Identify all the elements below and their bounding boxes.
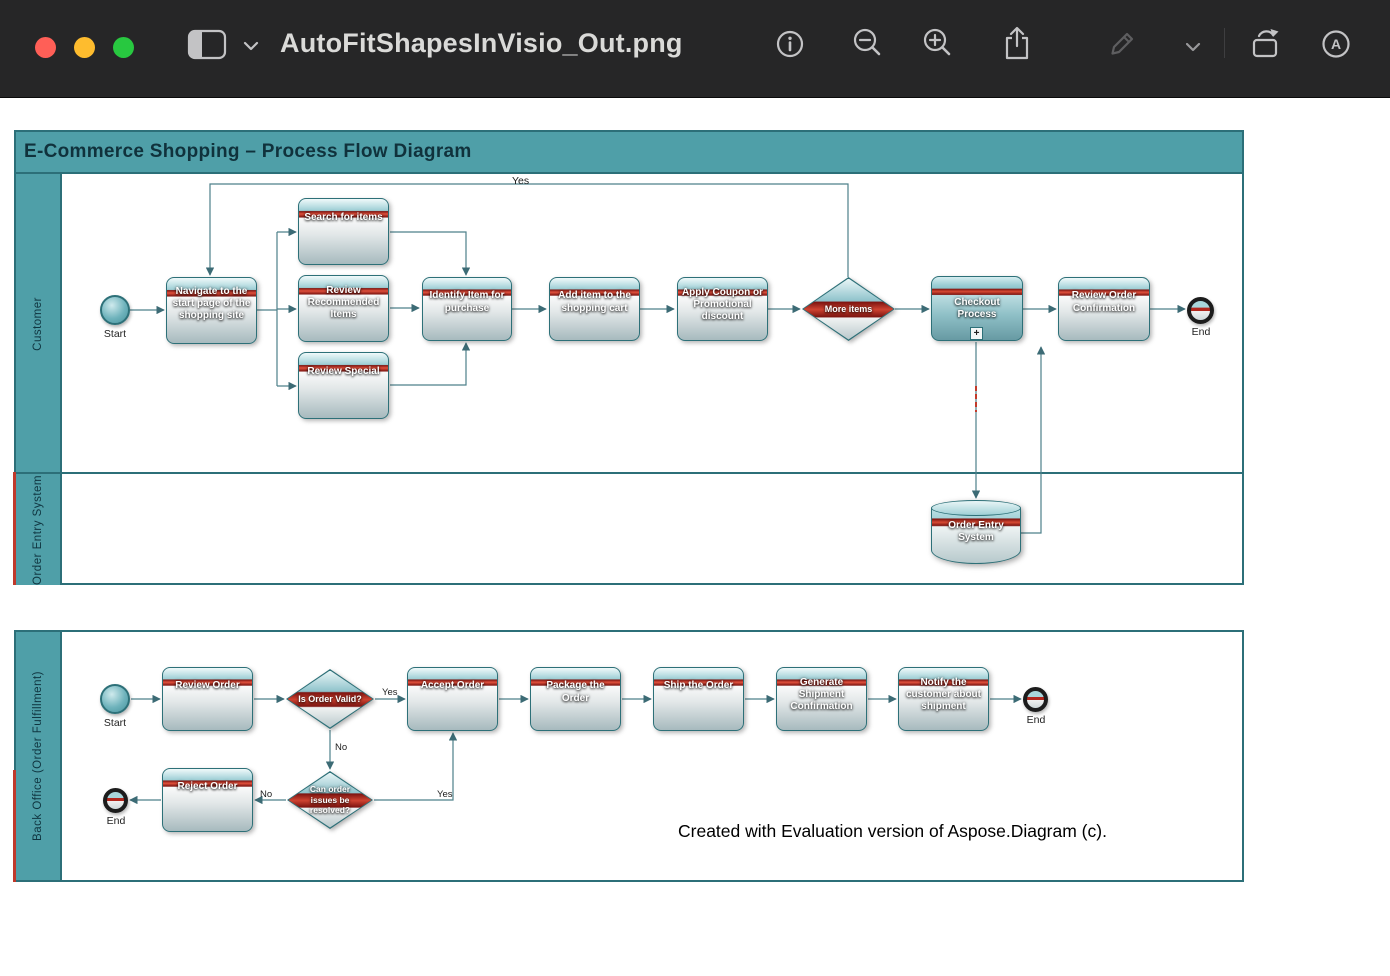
info-button[interactable] [775, 29, 806, 65]
end-event-fulfillment [1023, 687, 1048, 712]
start-event-label: Start [88, 717, 142, 729]
annotate-a-icon: A [1321, 29, 1352, 60]
task-navigate-start-page: Navigate to the start page of the shoppi… [166, 277, 257, 344]
task-label: Ship the Order [656, 680, 741, 692]
sidebar-icon [186, 27, 230, 63]
task-label: Review Order [165, 680, 250, 692]
datastore-label: Order Entry System [933, 520, 1019, 544]
task-review-recommended: Review Recommended Items [298, 275, 389, 342]
task-label: Apply Coupon or Promotional discount [680, 287, 765, 324]
end-event-label: End [95, 815, 137, 827]
end-event-reject [103, 788, 128, 813]
markup-pencil-icon [1107, 28, 1139, 59]
sidebar-toggle-button[interactable] [186, 27, 230, 68]
gateway-can-issues-be-resolved: Can order issues be resolved? [287, 771, 373, 829]
task-accept-order: Accept Order [407, 667, 498, 731]
chevron-down-icon [1186, 43, 1201, 53]
lane-label-order-entry-system: Order Entry System [16, 474, 62, 585]
task-label: Reject Order [165, 781, 250, 793]
task-label: Search for items [301, 212, 386, 224]
lane-customer-text: Customer [32, 297, 44, 351]
svg-text:A: A [1331, 36, 1341, 52]
end-event-label: End [1015, 714, 1057, 726]
lane-label-customer: Customer [16, 174, 62, 474]
task-label: Add item to the shopping cart [552, 290, 637, 314]
chevron-down-icon [243, 41, 259, 52]
task-label: Identify Item for purchase [425, 290, 509, 314]
task-label: Review Special [301, 366, 386, 378]
diagram-canvas: E-Commerce Shopping – Process Flow Diagr… [0, 0, 1390, 976]
zoom-in-button[interactable] [921, 26, 955, 65]
minimize-button[interactable] [74, 37, 95, 58]
edge-label-valid-no: No [335, 742, 347, 753]
markup-chevron-button[interactable] [1186, 40, 1201, 58]
task-review-order-confirmation: Review Order Confirmation [1058, 277, 1150, 341]
zoom-button[interactable] [113, 37, 134, 58]
task-add-item-cart: Add item to the shopping cart [549, 277, 640, 341]
zoom-out-button[interactable] [851, 26, 885, 65]
share-button[interactable] [1002, 24, 1034, 69]
share-icon [1002, 24, 1034, 64]
task-notify-customer: Notify the customer about shipment [898, 667, 989, 731]
start-event-customer [100, 295, 130, 325]
task-review-special: Review Special [298, 352, 389, 419]
end-event-customer [1187, 297, 1214, 324]
task-review-order: Review Order [162, 667, 253, 731]
datastore-order-entry-system: Order Entry System [931, 500, 1021, 564]
gateway-label: Can order issues be resolved? [287, 771, 373, 829]
toolbar-divider [1224, 28, 1225, 58]
close-button[interactable] [35, 37, 56, 58]
gateway-more-items: More items [802, 277, 895, 341]
task-label: Checkout Process [934, 297, 1020, 321]
red-edge-mark [13, 770, 16, 882]
task-label: Package the Order [533, 680, 618, 704]
subprocess-plus-marker: + [970, 327, 983, 340]
task-label: Review Order Confirmation [1061, 290, 1147, 314]
task-package-order: Package the Order [530, 667, 621, 731]
window-title: AutoFitShapesInVisio_Out.png [280, 28, 683, 59]
task-search-items: Search for items [298, 198, 389, 265]
end-event-label: End [1180, 326, 1222, 338]
task-label: Generate Shipment Confirmation [779, 677, 864, 714]
task-apply-coupon: Apply Coupon or Promotional discount [677, 277, 768, 341]
lane-label-back-office: Back Office (Order Fulfillment) [16, 632, 62, 880]
pool-ecommerce: E-Commerce Shopping – Process Flow Diagr… [14, 130, 1244, 585]
task-label: Accept Order [410, 680, 495, 692]
zoom-out-icon [851, 26, 885, 60]
task-identify-item: Identify Item for purchase [422, 277, 512, 341]
info-icon [775, 29, 806, 60]
gateway-is-order-valid: Is Order Valid? [286, 669, 374, 729]
gateway-label: More items [802, 277, 895, 341]
start-event-label: Start [88, 328, 142, 340]
lane-back-office-text: Back Office (Order Fulfillment) [32, 671, 44, 841]
cylinder-top [931, 500, 1021, 516]
annotate-button[interactable]: A [1321, 29, 1352, 65]
task-label: Navigate to the start page of the shoppi… [169, 286, 254, 323]
markup-button[interactable] [1107, 28, 1139, 64]
edge-label-valid-yes: Yes [382, 687, 398, 698]
red-edge-mark [13, 472, 16, 585]
task-label: Notify the customer about shipment [901, 677, 986, 714]
task-reject-order: Reject Order [162, 768, 253, 832]
edge-label-resolve-no: No [260, 789, 272, 800]
evaluation-watermark: Created with Evaluation version of Aspos… [678, 821, 1107, 842]
window-titlebar: AutoFitShapesInVisio_Out.png [0, 0, 1390, 98]
rotate-icon [1249, 26, 1287, 62]
sidebar-chevron-button[interactable] [243, 39, 259, 57]
start-event-back-office [100, 684, 130, 714]
gateway-label: Is Order Valid? [286, 669, 374, 729]
diagram-title: E-Commerce Shopping – Process Flow Diagr… [16, 141, 472, 163]
diagram-title-bar: E-Commerce Shopping – Process Flow Diagr… [16, 132, 1242, 174]
zoom-in-icon [921, 26, 955, 60]
rotate-button[interactable] [1249, 26, 1287, 67]
task-ship-order: Ship the Order [653, 667, 744, 731]
task-generate-shipment-confirmation: Generate Shipment Confirmation [776, 667, 867, 731]
lane-order-entry-text: Order Entry System [32, 475, 44, 585]
edge-label-resolve-yes: Yes [437, 789, 453, 800]
task-label: Review Recommended Items [301, 285, 386, 322]
edge-label-yes-loop: Yes [512, 175, 529, 187]
lane-divider [16, 472, 1242, 474]
